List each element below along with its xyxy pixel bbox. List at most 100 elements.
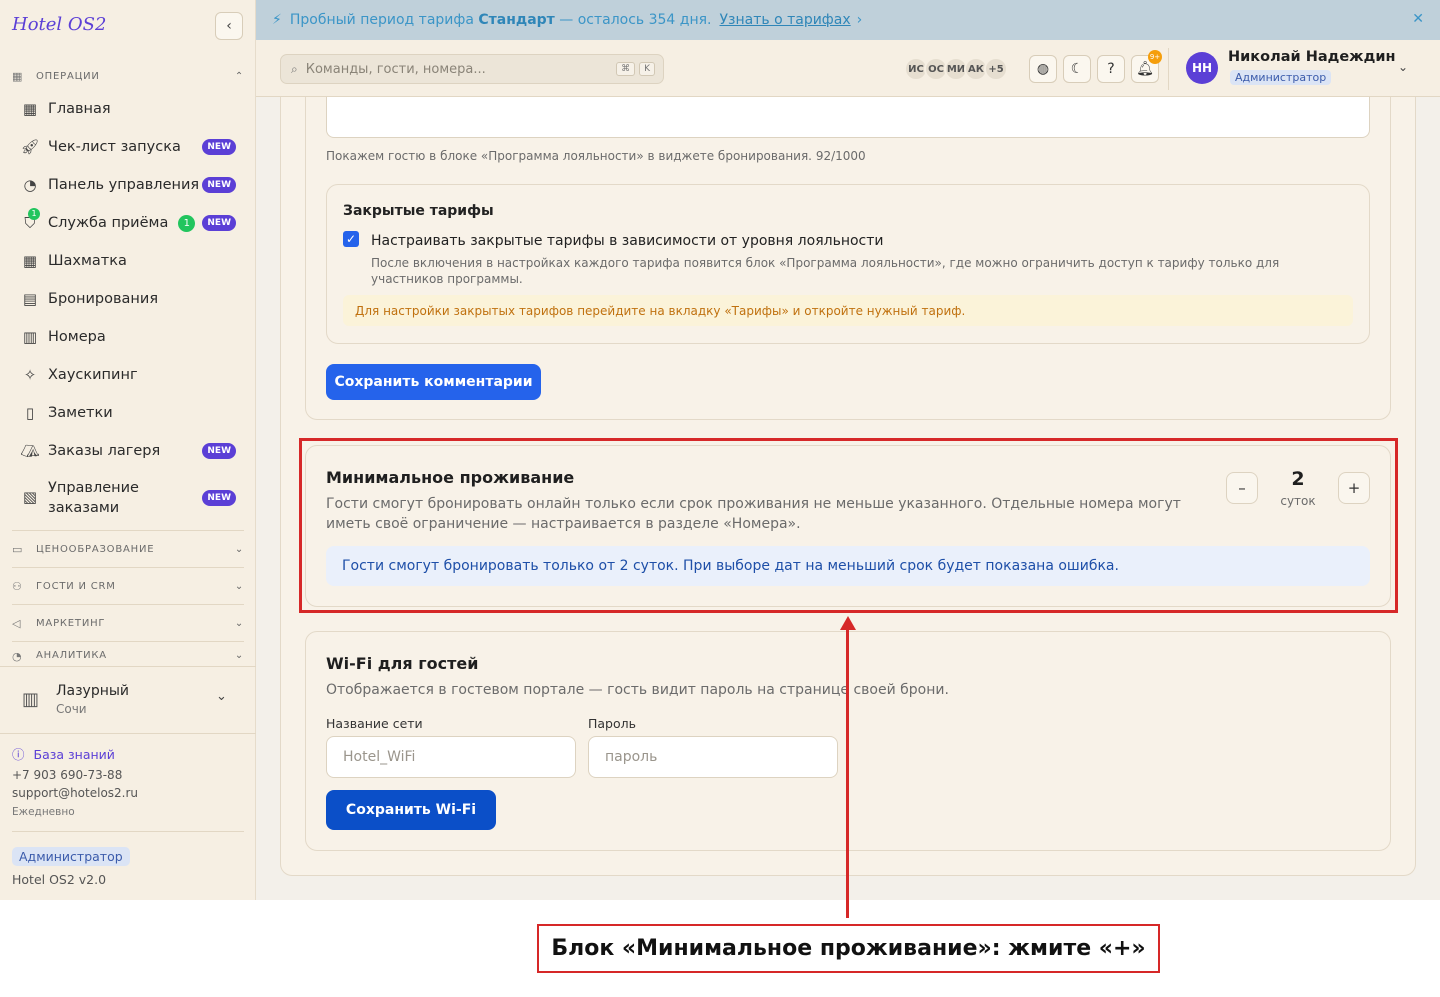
theme-palette-button[interactable]: ◍ [1029, 55, 1057, 83]
sidebar-item-control-panel[interactable]: ◔ Панель управления NEW [12, 167, 244, 203]
section-operations[interactable]: ▦ ОПЕРАЦИИ ⌃ [12, 66, 244, 86]
k-key: K [639, 62, 655, 76]
receipt-icon: ▧ [22, 488, 38, 506]
bell-service-icon: ⛉ 1 [20, 208, 40, 232]
section-marketing[interactable]: ◁ МАРКЕТИНГ ⌄ [12, 613, 244, 633]
notification-dot: 1 [28, 208, 40, 220]
tent-icon: ⛺︎ [20, 442, 40, 460]
banner-remaining: — осталось 354 дня. [559, 12, 712, 28]
app-version: Hotel OS2 v2.0 [12, 872, 107, 887]
role-badge: Администратор [12, 847, 130, 866]
section-label: ОПЕРАЦИИ [36, 70, 100, 82]
chevron-down-icon: ⌄ [234, 580, 244, 592]
loyalty-hint: Покажем гостю в блоке «Программа лояльно… [326, 149, 866, 163]
banner-plan: Стандарт [478, 12, 555, 28]
section-label: МАРКЕТИНГ [36, 617, 106, 629]
sidebar-item-label: Управление заказами [48, 480, 139, 516]
sidebar-item-order-management[interactable]: ▧ Управление заказами NEW [12, 478, 244, 520]
dashboard-icon: ▦ [22, 100, 38, 118]
clipboard-icon: ▤ [22, 290, 38, 308]
sidebar-item-label: Шахматка [48, 253, 127, 269]
hotel-city: Сочи [56, 702, 87, 716]
section-analytics[interactable]: ◔ АНАЛИТИКА ⌄ [12, 650, 244, 664]
user-name[interactable]: Николай Надеждин [1228, 49, 1396, 65]
new-badge: NEW [202, 177, 236, 193]
section-label: ГОСТИ И CRM [36, 580, 116, 592]
sidebar-item-launch-checklist[interactable]: 🚀︎ Чек-лист запуска NEW [12, 129, 244, 165]
chevron-down-icon: ⌄ [234, 543, 244, 555]
sidebar-item-label: Бронирования [48, 291, 159, 307]
pie-chart-icon: ◔ [12, 650, 23, 663]
pricing-link[interactable]: Узнать о тарифах [720, 12, 851, 28]
close-banner-icon[interactable]: ✕ [1412, 11, 1424, 27]
section-guests-crm[interactable]: ⚇ ГОСТИ И CRM ⌄ [12, 576, 244, 596]
chevron-left-icon: ‹ [226, 18, 232, 34]
sidebar-item-housekeeping[interactable]: ✧ Хаускипинг [12, 357, 244, 393]
divider [12, 641, 244, 642]
sidebar-item-camp-orders[interactable]: ⛺︎ Заказы лагеря NEW [12, 433, 244, 469]
rocket-icon: 🚀︎ [20, 138, 40, 156]
support-email[interactable]: support@hotelos2.ru [12, 786, 138, 800]
loyalty-comment-textarea[interactable] [326, 97, 1370, 138]
network-name-placeholder: Hotel_WiFi [343, 749, 416, 765]
closed-tariffs-checkbox[interactable]: ✓ [343, 231, 359, 247]
moon-icon: ☾ [1070, 61, 1084, 77]
wifi-password-input[interactable]: пароль [588, 736, 838, 778]
top-bar: ⌕ Команды, гости, номера... ⌘ K ИС ОС МИ… [256, 40, 1440, 97]
notifications-button[interactable]: 🔔︎ 9+ [1131, 50, 1162, 83]
table-grid-icon: ▦ [22, 252, 38, 270]
collapse-sidebar-button[interactable]: ‹ [215, 12, 243, 40]
new-badge: NEW [202, 443, 236, 459]
hotel-selector[interactable]: ▥ Лазурный Сочи ⌄ [0, 666, 256, 734]
chevron-down-icon: ⌄ [234, 650, 244, 661]
sidebar-item-label: Хаускипинг [48, 367, 138, 383]
brand-logo[interactable]: Hotel OS2 [12, 14, 106, 35]
sidebar-item-front-desk[interactable]: ⛉ 1 Служба приёма 1 NEW [12, 205, 244, 241]
more-users-count: +5 [984, 57, 1008, 81]
checkbox-description: После включения в настройках каждого тар… [371, 256, 1280, 286]
sidebar: Hotel OS2 ‹ ▦ ОПЕРАЦИИ ⌃ ▦ Главная 🚀︎ Че… [0, 0, 256, 900]
section-label: ЦЕНООБРАЗОВАНИЕ [36, 543, 155, 555]
search-input[interactable]: ⌕ Команды, гости, номера... ⌘ K [280, 54, 664, 84]
sidebar-item-notes[interactable]: ▯ Заметки [12, 395, 244, 431]
help-icon: ? [1107, 61, 1115, 77]
checkbox-label[interactable]: Настраивать закрытые тарифы в зависимост… [371, 233, 883, 249]
shortcut-hint: ⌘ K [616, 62, 655, 76]
notification-count: 9+ [1148, 50, 1162, 64]
chevron-down-icon[interactable]: ⌄ [1398, 60, 1408, 74]
section-label: АНАЛИТИКА [36, 650, 107, 661]
user-avatar[interactable]: НН [1186, 52, 1218, 84]
online-users[interactable]: ИС ОС МИ АК +5 [904, 57, 1008, 81]
save-wifi-button[interactable]: Сохранить Wi-Fi [326, 790, 496, 830]
building-icon: ▥ [22, 689, 40, 710]
help-button[interactable]: ? [1097, 55, 1125, 83]
banner-text: Пробный период тарифа [289, 12, 474, 28]
knowledge-base-link[interactable]: ⓘ База знаний [12, 744, 115, 763]
highlight-box [299, 438, 1398, 613]
sidebar-item-home[interactable]: ▦ Главная [12, 91, 244, 127]
dark-mode-button[interactable]: ☾ [1063, 55, 1091, 83]
network-name-input[interactable]: Hotel_WiFi [326, 736, 576, 778]
megaphone-icon: ◁ [12, 616, 22, 630]
annotation-caption: Блок «Минимальное проживание»: жмите «+» [537, 924, 1160, 973]
new-badge: NEW [202, 490, 236, 506]
support-phone[interactable]: +7 903 690-73-88 [12, 768, 122, 782]
save-comments-button[interactable]: Сохранить комментарии [326, 364, 541, 400]
section-pricing[interactable]: ▭ ЦЕНООБРАЗОВАНИЕ ⌄ [12, 539, 244, 559]
search-icon: ⌕ [291, 61, 298, 76]
sidebar-item-chessboard[interactable]: ▦ Шахматка [12, 243, 244, 279]
closed-tariffs-title: Закрытые тарифы [343, 203, 494, 219]
chevron-down-icon: ⌄ [234, 617, 244, 629]
sidebar-item-bookings[interactable]: ▤ Бронирования [12, 281, 244, 317]
search-placeholder: Команды, гости, номера... [305, 61, 486, 77]
wifi-title: Wi-Fi для гостей [326, 654, 479, 673]
sidebar-item-label: Чек-лист запуска [48, 139, 181, 155]
sidebar-item-label: Заказы лагеря [48, 443, 161, 459]
arrow-line [846, 628, 849, 918]
sidebar-item-rooms[interactable]: ▥ Номера [12, 319, 244, 355]
note-icon: ▯ [25, 404, 35, 422]
grid-icon: ▦ [12, 69, 24, 83]
users-icon: ⚇ [12, 579, 23, 593]
network-name-label: Название сети [326, 716, 423, 731]
hotel-name: Лазурный [56, 683, 130, 699]
